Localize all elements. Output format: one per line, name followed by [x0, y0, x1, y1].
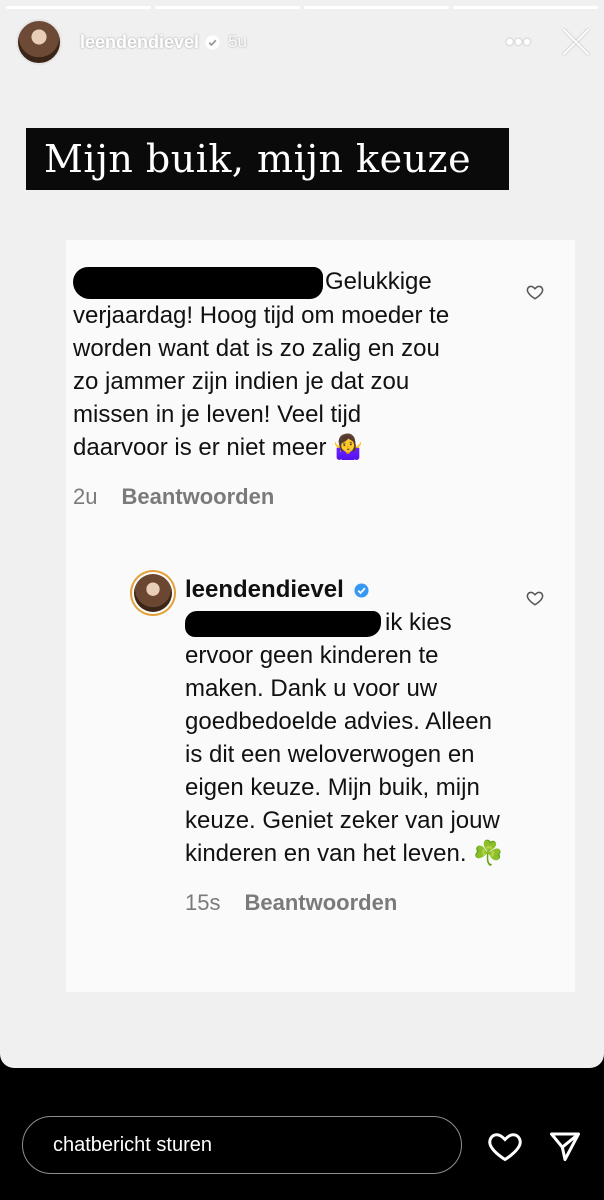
verified-badge-icon [354, 583, 369, 598]
story-time: 5u [228, 32, 247, 51]
reply-username: leendendievel [185, 576, 344, 603]
reply-text: ik kies ervoor geen kinderen te maken. D… [185, 609, 504, 867]
like-heart-icon[interactable] [526, 283, 544, 301]
close-icon[interactable] [560, 26, 592, 58]
reply-link[interactable]: Beantwoorden [121, 484, 274, 509]
reply-comment: leendendievel ik kies ervoor geen kinder… [185, 573, 505, 919]
progress-segment [6, 6, 151, 9]
story-username[interactable]: leendendievel [80, 32, 199, 53]
comment-text: Gelukkige verjaardag! Hoog tijd om moede… [73, 266, 450, 461]
progress-segment [453, 6, 598, 9]
reply-meta: 15s Beantwoorden [185, 886, 505, 919]
heart-icon[interactable] [487, 1128, 523, 1164]
progress-segment [304, 6, 449, 9]
reply-avatar [134, 574, 172, 612]
comment: Gelukkige verjaardag! Hoog tijd om moede… [73, 265, 453, 513]
progress-segment [155, 6, 300, 9]
redacted-username [185, 610, 381, 637]
reply-age: 15s [185, 890, 221, 915]
story-header: leendendievel 5u ••• [16, 18, 592, 66]
story-progress [6, 6, 598, 9]
redacted-username [73, 266, 323, 299]
verified-badge-icon [205, 34, 220, 50]
profile-avatar[interactable] [16, 19, 62, 65]
like-heart-icon[interactable] [526, 589, 544, 607]
reply-link[interactable]: Beantwoorden [244, 890, 397, 915]
message-input[interactable] [22, 1116, 462, 1174]
story-title: Mijn buik, mijn keuze [26, 128, 509, 190]
send-icon[interactable] [547, 1128, 583, 1164]
comment-age: 2u [73, 483, 98, 509]
more-options-icon[interactable]: ••• [506, 29, 532, 55]
story-frame: leendendievel 5u ••• Mijn buik, mijn keu… [0, 0, 604, 1068]
reply-header: leendendievel [185, 573, 505, 606]
comment-meta: 2u Beantwoorden [73, 480, 453, 513]
